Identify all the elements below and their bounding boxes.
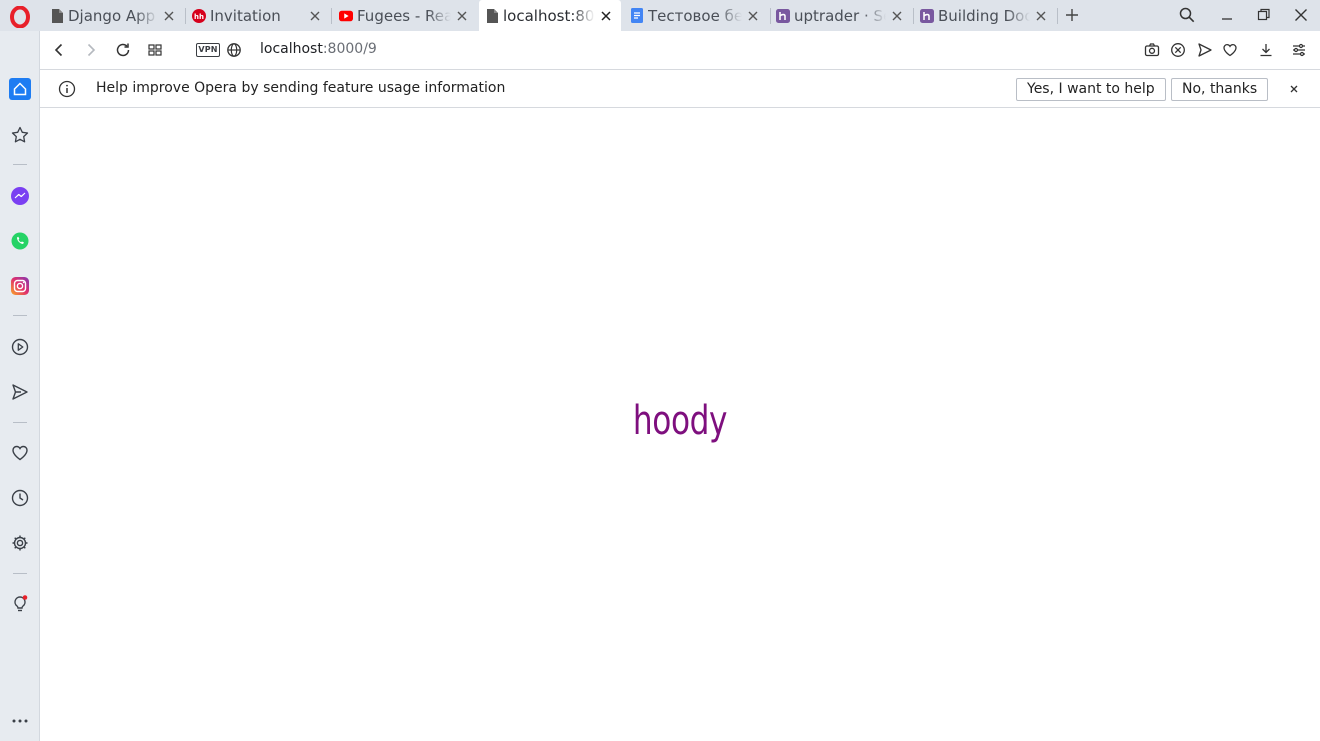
sidebar-instagram[interactable] [9, 275, 31, 297]
svg-text:hh: hh [194, 13, 204, 21]
tab-uptrader[interactable]: uptrader · Setup [770, 0, 912, 31]
tab-label: Invitation [210, 6, 281, 25]
url-host: localhost [260, 41, 323, 57]
reload-icon[interactable] [114, 41, 132, 59]
sidebar-separator [13, 573, 27, 574]
sidebar-history[interactable] [9, 487, 31, 509]
close-infobar-icon[interactable] [1287, 82, 1301, 96]
sidebar [0, 31, 40, 741]
minimize-icon[interactable] [1218, 6, 1236, 24]
tab-django-app[interactable]: Django App [44, 0, 184, 31]
sidebar-separator [13, 422, 27, 423]
gear-icon [12, 535, 28, 551]
close-tab-icon[interactable] [599, 9, 613, 23]
star-icon [11, 126, 29, 143]
youtube-icon [339, 9, 353, 23]
more-dots-icon [12, 719, 28, 723]
page-content: hoody [40, 108, 1320, 741]
sidebar-settings[interactable] [9, 532, 31, 554]
sidebar-whatsapp[interactable] [9, 230, 31, 252]
tab-youtube[interactable]: Fugees - Ready or Not [333, 0, 477, 31]
send-to-flow-icon[interactable] [1197, 42, 1213, 58]
heart-icon [12, 445, 28, 461]
document-icon [50, 8, 64, 23]
whatsapp-icon [11, 232, 29, 250]
sidebar-player[interactable] [9, 336, 31, 358]
accept-help-button[interactable]: Yes, I want to help [1016, 78, 1166, 101]
close-tab-icon[interactable] [746, 9, 760, 23]
tab-separator [1057, 8, 1058, 24]
restore-icon[interactable] [1255, 6, 1273, 24]
close-tab-icon[interactable] [455, 9, 469, 23]
sidebar-separator [13, 315, 27, 316]
tab-localhost[interactable]: localhost:8000/9 [479, 0, 621, 31]
globe-icon[interactable] [226, 42, 242, 58]
decline-button[interactable]: No, thanks [1171, 78, 1269, 101]
close-tab-icon[interactable] [890, 9, 904, 23]
bookmark-heart-icon[interactable] [1222, 42, 1238, 58]
back-icon[interactable] [50, 41, 68, 59]
sidebar-separator [13, 164, 27, 165]
page-heading: hoody [632, 398, 728, 444]
instagram-icon [11, 277, 29, 295]
close-window-icon[interactable] [1292, 6, 1310, 24]
tab-separator [331, 8, 332, 24]
heroku-icon [776, 8, 790, 23]
new-tab-icon[interactable] [1063, 6, 1081, 24]
document-icon [485, 8, 499, 23]
ad-blocker-icon[interactable] [1170, 42, 1186, 58]
info-icon [58, 80, 76, 98]
easy-setup-icon[interactable] [1291, 42, 1307, 58]
hh-icon: hh [192, 8, 206, 23]
sidebar-speed-dial[interactable] [9, 124, 31, 146]
heroku-icon [920, 8, 934, 23]
tab-label: uptrader · Setup [794, 6, 886, 25]
tabs-grid-icon[interactable] [146, 41, 164, 59]
forward-icon[interactable] [82, 41, 100, 59]
sidebar-home[interactable] [9, 78, 31, 100]
camera-icon[interactable] [1144, 42, 1160, 58]
lightbulb-icon [14, 595, 28, 612]
sidebar-bookmarks[interactable] [9, 442, 31, 464]
tab-label: Building Docker [938, 6, 1030, 25]
messenger-icon [11, 187, 29, 205]
sidebar-more[interactable] [9, 710, 31, 732]
tab-invitation[interactable]: hh Invitation [186, 0, 330, 31]
tab-label: Django App [68, 6, 156, 25]
sidebar-flow[interactable] [9, 381, 31, 403]
play-circle-icon [11, 338, 29, 356]
close-tab-icon[interactable] [1034, 9, 1048, 23]
tab-label: Тестовое бекенд [648, 6, 742, 25]
send-icon [12, 384, 28, 400]
url-path: :8000/9 [322, 41, 377, 57]
home-icon [9, 78, 31, 100]
search-tabs-icon[interactable] [1178, 6, 1196, 24]
sidebar-messenger[interactable] [9, 185, 31, 207]
tab-building-docker[interactable]: Building Docker [914, 0, 1056, 31]
infobar-message: Help improve Opera by sending feature us… [96, 80, 506, 96]
close-tab-icon[interactable] [162, 9, 176, 23]
address-bar: VPN localhost:8000/9 [40, 31, 1320, 69]
url-field[interactable]: localhost:8000/9 [260, 41, 377, 57]
tab-google-doc[interactable]: Тестовое бекенд [624, 0, 768, 31]
tab-strip: Django App hh Invitation Fugees - Ready … [0, 0, 1320, 31]
opera-logo-icon[interactable] [9, 6, 31, 28]
clock-icon [11, 489, 29, 507]
google-docs-icon [630, 8, 644, 23]
close-tab-icon[interactable] [308, 9, 322, 23]
sidebar-tips[interactable] [9, 593, 31, 615]
download-icon[interactable] [1258, 42, 1274, 58]
feature-usage-infobar: Help improve Opera by sending feature us… [40, 69, 1320, 108]
vpn-badge[interactable]: VPN [196, 43, 220, 57]
tab-label: localhost:8000/9 [503, 6, 595, 25]
tab-label: Fugees - Ready or Not [357, 6, 451, 25]
